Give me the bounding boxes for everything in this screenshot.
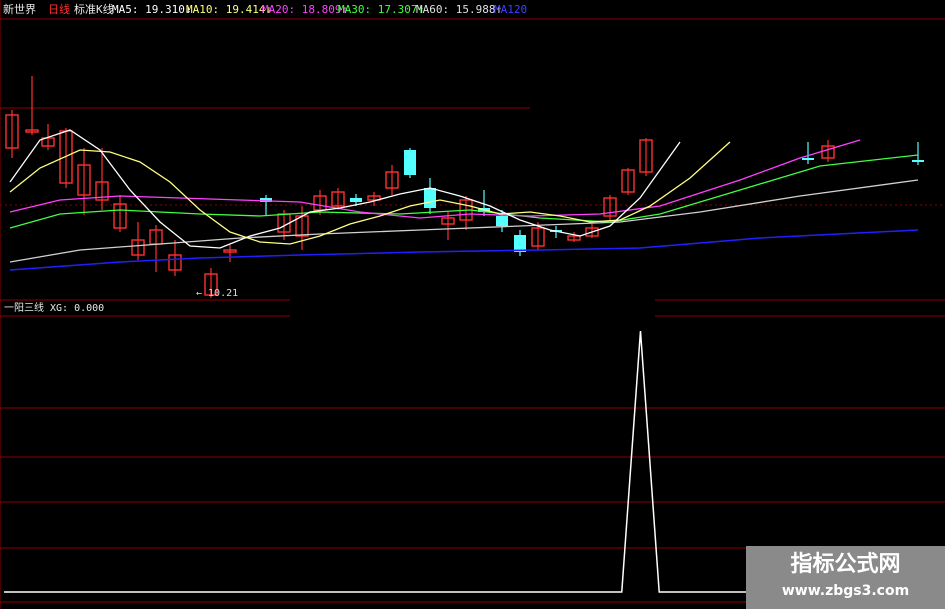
stock-name: 新世界 [3, 3, 36, 16]
candle-body-down [802, 158, 814, 160]
low-price-marker: ← 10.21 [196, 288, 239, 299]
ma120-line [9, 229, 919, 271]
ma60-value: MA60: 15.988↑ [416, 3, 503, 16]
candle-body-down [424, 188, 436, 208]
chart-style-label[interactable]: 标准K线 [74, 2, 114, 18]
candle-body-down [514, 235, 526, 252]
ma10-value: MA10: 19.414↓ [186, 3, 273, 16]
chart-canvas[interactable] [0, 0, 945, 609]
candle-body-down [496, 216, 508, 226]
watermark-title: 指标公式网 [790, 552, 901, 577]
indicator-label: 一阳三线 XG: 0.000 [4, 303, 105, 314]
ma5-line [9, 129, 681, 249]
watermark: 指标公式网 www.zbgs3.com [746, 546, 945, 609]
candle-body-down [912, 160, 924, 162]
watermark-url: www.zbgs3.com [781, 583, 910, 599]
candle-body-down [404, 150, 416, 175]
stock-chart-window: 新世界 日线 标准K线 MA5: 19.310↓ MA10: 19.414↓ M… [0, 0, 945, 609]
ma20-value: MA20: 18.809↑ [262, 3, 349, 16]
ma120-value: MA120 [494, 3, 528, 16]
ma60-line [9, 179, 919, 263]
candle-body-down [350, 198, 362, 202]
period-label[interactable]: 日线 [48, 2, 70, 18]
ma5-value: MA5: 19.310↓ [112, 3, 192, 16]
ma30-value: MA30: 17.307↑ [338, 3, 425, 16]
